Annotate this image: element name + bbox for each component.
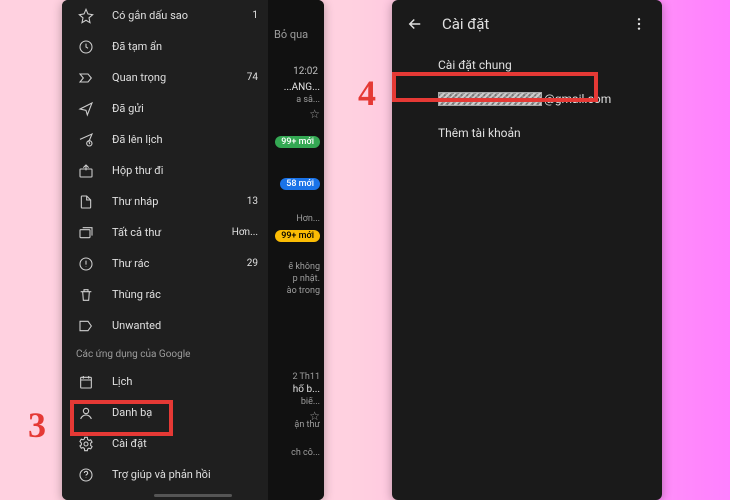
new-badge-orange: 99+ mới — [275, 230, 320, 242]
mail-title-snippet: ...ANG... — [284, 82, 320, 93]
important-icon — [76, 68, 96, 88]
count-overflow: Hơn... — [296, 214, 320, 224]
drawer-item-label: Tất cả thư — [112, 226, 232, 239]
settings-title: Cài đặt — [442, 15, 612, 33]
drawer-item-count: 29 — [247, 258, 258, 269]
snippet-line: p nhật. — [293, 274, 320, 284]
drawer-item-count: 1 — [252, 10, 258, 21]
mail-title-snippet: hổ b... — [293, 384, 320, 395]
drawer-item-label: Đã gửi — [112, 102, 258, 115]
star-icon — [76, 6, 96, 26]
label-icon — [76, 316, 96, 336]
drawer-item-outbox[interactable]: Hộp thư đi — [62, 155, 268, 186]
drawer-item-label: Quan trọng — [112, 71, 247, 84]
snippet-line: ế không — [288, 262, 320, 272]
snippet-line: ào trong — [287, 286, 320, 296]
drawer-item-count: 74 — [247, 72, 258, 83]
drawer-item-count: Hơn... — [232, 227, 258, 238]
drawer-item-label: Trợ giúp và phản hồi — [112, 468, 258, 481]
drawer-item-count: 13 — [247, 196, 258, 207]
calendar-icon — [76, 372, 96, 392]
drawer-item-star[interactable]: Có gắn dấu sao1 — [62, 0, 268, 31]
drawer-item-scheduled[interactable]: Đã lên lịch — [62, 124, 268, 155]
drawer-item-label: Lịch — [112, 375, 258, 388]
drawer-item-label: Thư rác — [112, 257, 247, 270]
drawer-item-important[interactable]: Quan trọng74 — [62, 62, 268, 93]
drawer-item-clock[interactable]: Đã tạm ẩn — [62, 31, 268, 62]
new-badge-green: 99+ mới — [275, 136, 320, 148]
more-icon[interactable] — [630, 15, 648, 33]
drawer-item-label: Đã tạm ẩn — [112, 40, 258, 53]
scheduled-icon — [76, 130, 96, 150]
date-label: 2 Th11 — [292, 372, 320, 382]
back-icon[interactable] — [406, 15, 424, 33]
new-badge-blue: 58 mới — [280, 178, 320, 190]
drawer-item-label: Cài đặt — [112, 437, 258, 450]
section-google-apps: Các ứng dụng của Google — [62, 341, 268, 366]
clock-icon — [76, 37, 96, 57]
snippet-line: ận thư — [294, 420, 320, 430]
draft-icon — [76, 192, 96, 212]
callout-number-3: 3 — [28, 404, 46, 446]
settings-add-account[interactable]: Thêm tài khoản — [392, 116, 662, 150]
skip-label: Bỏ qua — [274, 28, 308, 41]
mail-sub-snippet: biế... — [301, 397, 320, 407]
sent-icon — [76, 99, 96, 119]
star-icon: ☆ — [309, 107, 320, 121]
spam-icon — [76, 254, 96, 274]
drawer-item-label: Hộp thư đi — [112, 164, 258, 177]
drawer-item-label: Có gắn dấu sao — [112, 9, 252, 22]
callout-box-3 — [70, 400, 173, 436]
home-indicator — [154, 494, 232, 497]
mail-sub-snippet: a sâ... — [296, 95, 320, 105]
callout-box-4 — [392, 72, 598, 102]
help-icon — [76, 465, 96, 485]
drawer-item-draft[interactable]: Thư nháp13 — [62, 186, 268, 217]
settings-icon — [76, 434, 96, 454]
inbox-peek-strip: Bỏ qua 12:02 ...ANG... a sâ... ☆ 99+ mới… — [268, 0, 324, 500]
drawer-item-label: Đã lên lịch — [112, 133, 258, 146]
time-label: 12:02 — [293, 66, 318, 77]
drawer-item-calendar[interactable]: Lịch — [62, 366, 268, 397]
drawer-item-sent[interactable]: Đã gửi — [62, 93, 268, 124]
drawer-item-allmail[interactable]: Tất cả thưHơn... — [62, 217, 268, 248]
snippet-line: ch cô... — [291, 448, 320, 458]
drawer-item-trash[interactable]: Thùng rác — [62, 279, 268, 310]
drawer-item-help[interactable]: Trợ giúp và phản hồi — [62, 459, 268, 490]
drawer-item-label: Thư nháp — [112, 195, 247, 208]
drawer-item-spam[interactable]: Thư rác29 — [62, 248, 268, 279]
trash-icon — [76, 285, 96, 305]
outbox-icon — [76, 161, 96, 181]
drawer-item-label: Unwanted — [112, 319, 258, 332]
drawer-item-label[interactable]: Unwanted — [62, 310, 268, 341]
drawer-item-label: Thùng rác — [112, 288, 258, 301]
allmail-icon — [76, 223, 96, 243]
app-bar: Cài đặt — [392, 0, 662, 48]
callout-number-4: 4 — [358, 72, 376, 114]
